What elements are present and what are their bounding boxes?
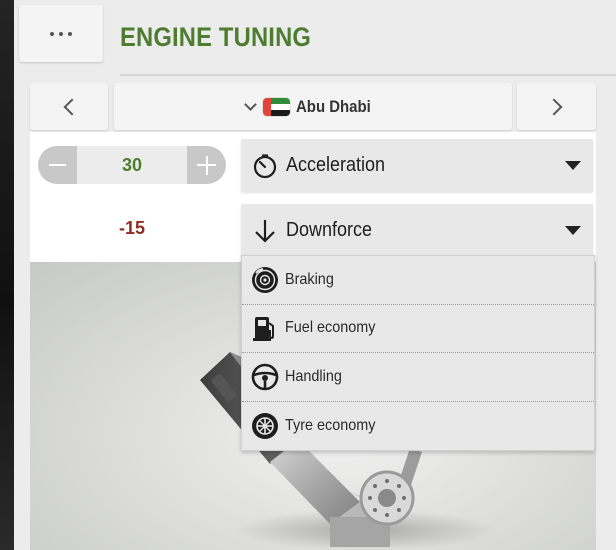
chevron-right-icon [545, 98, 562, 115]
flag-red-band [262, 97, 271, 116]
primary-select-label: Acceleration [286, 154, 386, 176]
more-menu-button[interactable] [19, 5, 103, 62]
dropdown-option-label: Tyre economy [285, 416, 376, 434]
dropdown-option-handling[interactable]: Handling [242, 353, 594, 402]
uae-flag-icon [262, 97, 290, 116]
next-location-button[interactable] [517, 83, 596, 130]
flag-black-stripe [270, 109, 290, 116]
fuel-pump-icon [251, 314, 279, 342]
attribute-dropdown-menu: Braking Fuel economy Handling Tyre econo… [241, 255, 595, 451]
plus-icon [197, 155, 216, 175]
secondary-attribute-select[interactable]: Downforce [241, 204, 593, 257]
caret-down-icon [565, 161, 581, 170]
brake-disc-icon [251, 266, 279, 294]
dropdown-option-braking[interactable]: Braking [242, 256, 594, 305]
location-selector[interactable]: Abu Dhabi [114, 83, 512, 130]
arrow-down-icon [251, 217, 279, 245]
page-title: ENGINE TUNING [120, 22, 312, 52]
chevron-down-icon [243, 98, 257, 111]
increment-button[interactable] [187, 146, 226, 184]
chevron-left-icon [63, 98, 81, 115]
value-stepper: 30 [38, 146, 226, 184]
dropdown-option-fuel-economy[interactable]: Fuel economy [242, 305, 594, 353]
tyre-icon [251, 412, 279, 440]
dropdown-option-label: Handling [285, 367, 342, 385]
stepper-value[interactable]: 30 [77, 146, 187, 184]
dropdown-option-label: Fuel economy [285, 319, 376, 337]
more-dots-icon [50, 31, 72, 36]
dropdown-option-label: Braking [285, 270, 334, 288]
steering-wheel-icon [251, 363, 279, 391]
tuning-controls: 30 -15 Acceleration Downforce [30, 132, 596, 262]
location-name: Abu Dhabi [295, 96, 371, 116]
caret-down-icon [565, 226, 581, 235]
background-edge [0, 0, 14, 550]
previous-location-button[interactable] [30, 83, 108, 130]
header-divider [120, 74, 616, 76]
location-nav: Abu Dhabi [30, 83, 596, 130]
downforce-value: -15 [118, 218, 145, 238]
decrement-button[interactable] [38, 146, 77, 184]
stopwatch-icon [251, 152, 279, 180]
minus-icon [49, 164, 66, 166]
primary-attribute-select[interactable]: Acceleration [241, 139, 593, 192]
secondary-select-label: Downforce [286, 219, 373, 241]
dropdown-option-tyre-economy[interactable]: Tyre economy [242, 402, 594, 451]
